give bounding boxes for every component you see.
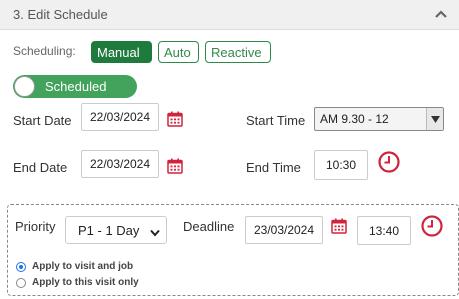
toggle-knob [14, 76, 35, 97]
radio-label: Apply to visit and job [32, 261, 134, 272]
end-time-input[interactable]: 10:30 [314, 150, 368, 180]
dropdown-arrow-icon [426, 108, 443, 130]
radio-button[interactable] [16, 261, 26, 272]
deadline-time-input[interactable]: 13:40 [357, 216, 411, 245]
scheduled-toggle[interactable]: Scheduled [13, 75, 137, 98]
start-time-label: Start Time [246, 113, 306, 128]
radio-label: Apply to this visit only [32, 277, 139, 288]
auto-button[interactable]: Auto [158, 41, 199, 63]
end-date-label: End Date [13, 160, 68, 175]
section-header: 3. Edit Schedule [0, 0, 459, 30]
reactive-button[interactable]: Reactive [205, 41, 271, 63]
start-date-label: Start Date [13, 113, 72, 128]
deadline-label: Deadline [183, 219, 235, 234]
priority-label: Priority [15, 219, 56, 234]
clock-icon[interactable] [420, 214, 444, 238]
clock-icon[interactable] [377, 150, 401, 174]
chevron-up-icon[interactable] [433, 6, 449, 22]
priority-select[interactable]: P1 - 1 Day [65, 216, 167, 244]
end-date-input[interactable]: 22/03/2024 [81, 150, 159, 178]
calendar-icon[interactable] [166, 110, 184, 128]
chevron-down-icon [150, 225, 160, 240]
toggle-label: Scheduled [45, 79, 107, 94]
start-time-select[interactable]: AM 9.30 - 12 [314, 107, 444, 131]
calendar-icon[interactable] [330, 217, 348, 235]
end-time-label: End Time [246, 160, 301, 175]
scheduling-label: Scheduling: [13, 44, 76, 58]
apply-visit-and-job-option[interactable]: Apply to visit and job [16, 261, 133, 272]
priority-value: P1 - 1 Day [78, 222, 140, 238]
apply-this-visit-only-option[interactable]: Apply to this visit only [16, 277, 139, 288]
deadline-date-input[interactable]: 23/03/2024 [245, 216, 323, 244]
start-date-input[interactable]: 22/03/2024 [81, 103, 159, 131]
radio-button[interactable] [16, 277, 26, 288]
start-time-value: AM 9.30 - 12 [320, 112, 389, 126]
calendar-icon[interactable] [166, 157, 184, 175]
section-title: 3. Edit Schedule [13, 7, 108, 22]
manual-button[interactable]: Manual [91, 41, 152, 63]
